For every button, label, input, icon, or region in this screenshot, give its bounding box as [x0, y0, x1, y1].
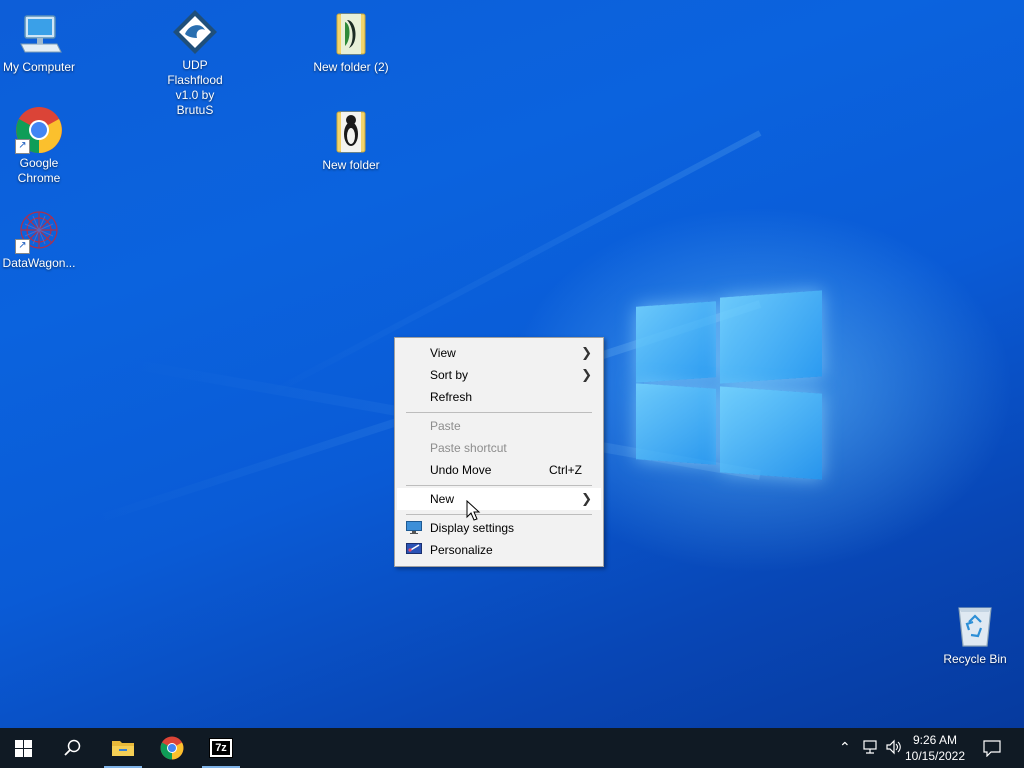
- menu-item-paste-shortcut[interactable]: Paste shortcut: [397, 437, 601, 459]
- menu-separator: [406, 514, 592, 515]
- desktop-icon-recycle-bin[interactable]: Recycle Bin: [936, 602, 1014, 667]
- mouse-cursor-icon: [466, 499, 482, 522]
- search-icon: [64, 739, 81, 756]
- clock-time: 9:26 AM: [912, 733, 958, 747]
- search-button[interactable]: [49, 728, 95, 768]
- desktop-icon-label: UDP Flashflood v1.0 by BrutuS: [167, 58, 223, 117]
- chevron-right-icon: ❯: [581, 345, 592, 360]
- folder-icon: [327, 10, 375, 58]
- menu-item-label: New: [430, 492, 455, 506]
- desktop-icon-datawagon[interactable]: ↗ DataWagon...: [0, 206, 78, 271]
- menu-item-label: Paste: [430, 419, 461, 433]
- menu-item-label: Display settings: [430, 521, 515, 535]
- desktop-context-menu: View ❯ Sort by ❯ Refresh Paste Paste sho…: [394, 337, 604, 567]
- menu-item-display-settings[interactable]: Display settings: [397, 517, 601, 539]
- notification-icon: [983, 740, 1001, 757]
- clock-date: 10/15/2022: [904, 749, 966, 763]
- taskbar-file-explorer[interactable]: [100, 728, 146, 768]
- chrome-icon: [160, 736, 184, 760]
- taskbar-7zip[interactable]: 7z: [198, 728, 244, 768]
- recycle-bin-icon: [951, 602, 999, 650]
- desktop-icon-my-computer[interactable]: My Computer: [0, 10, 78, 75]
- desktop-icon-google-chrome[interactable]: ↗ Google Chrome: [0, 106, 78, 186]
- menu-item-refresh[interactable]: Refresh: [397, 386, 601, 408]
- menu-separator: [406, 485, 592, 486]
- desktop-icon-udp-flashflood[interactable]: UDP Flashflood v1.0 by BrutuS: [156, 8, 234, 118]
- folder-icon: [112, 741, 134, 756]
- network-icon[interactable]: [862, 738, 880, 759]
- menu-item-view[interactable]: View ❯: [397, 342, 601, 364]
- chevron-right-icon: ❯: [581, 491, 592, 506]
- windows-logo-icon: [15, 740, 32, 757]
- udp-flashflood-icon: [171, 8, 219, 56]
- menu-item-personalize[interactable]: Personalize: [397, 539, 601, 561]
- shortcut-arrow-icon: ↗: [15, 239, 30, 254]
- menu-item-sort-by[interactable]: Sort by ❯: [397, 364, 601, 386]
- desktop-icon-new-folder-2[interactable]: New folder (2): [312, 10, 390, 75]
- taskbar-clock[interactable]: 9:26 AM 10/15/2022: [900, 732, 970, 764]
- chrome-icon: ↗: [15, 106, 63, 154]
- datawagon-icon: ↗: [15, 206, 63, 254]
- menu-item-label: View: [430, 346, 456, 360]
- display-icon: [406, 521, 422, 534]
- start-button[interactable]: [0, 728, 46, 768]
- desktop[interactable]: My Computer UDP Flashflood v1.0 by Brutu…: [0, 0, 1024, 728]
- desktop-icon-label: My Computer: [2, 60, 76, 74]
- action-center-button[interactable]: [970, 728, 1014, 768]
- desktop-icon-label: New folder: [322, 158, 380, 172]
- taskbar: 7z ⌃ 9:26 AM 10/15/2022: [0, 728, 1024, 768]
- desktop-icon-label: New folder (2): [313, 60, 389, 74]
- taskbar-chrome[interactable]: [149, 728, 195, 768]
- menu-item-label: Paste shortcut: [430, 441, 507, 455]
- computer-icon: [15, 10, 63, 58]
- menu-item-label: Sort by: [430, 368, 469, 382]
- desktop-icon-new-folder[interactable]: New folder: [312, 108, 390, 173]
- personalize-icon: [406, 543, 422, 556]
- desktop-icon-label: DataWagon...: [2, 256, 76, 270]
- menu-item-undo-move[interactable]: Undo Move Ctrl+Z: [397, 459, 601, 481]
- chevron-up-icon[interactable]: ⌃: [839, 739, 851, 756]
- menu-separator: [406, 412, 592, 413]
- 7zip-icon: 7z: [209, 738, 233, 758]
- chevron-right-icon: ❯: [581, 367, 592, 382]
- menu-item-new[interactable]: New ❯: [397, 488, 601, 510]
- shortcut-arrow-icon: ↗: [15, 139, 30, 154]
- 7zip-label: 7z: [212, 741, 230, 755]
- desktop-icon-label: Google Chrome: [17, 156, 61, 185]
- menu-item-paste[interactable]: Paste: [397, 415, 601, 437]
- menu-item-label: Personalize: [430, 543, 493, 557]
- menu-item-shortcut: Ctrl+Z: [549, 463, 582, 477]
- folder-icon: [327, 108, 375, 156]
- desktop-icon-label: Recycle Bin: [943, 652, 1007, 666]
- windows-logo-wallpaper: [636, 290, 824, 480]
- menu-item-label: Undo Move: [430, 463, 492, 477]
- menu-item-label: Refresh: [430, 390, 473, 404]
